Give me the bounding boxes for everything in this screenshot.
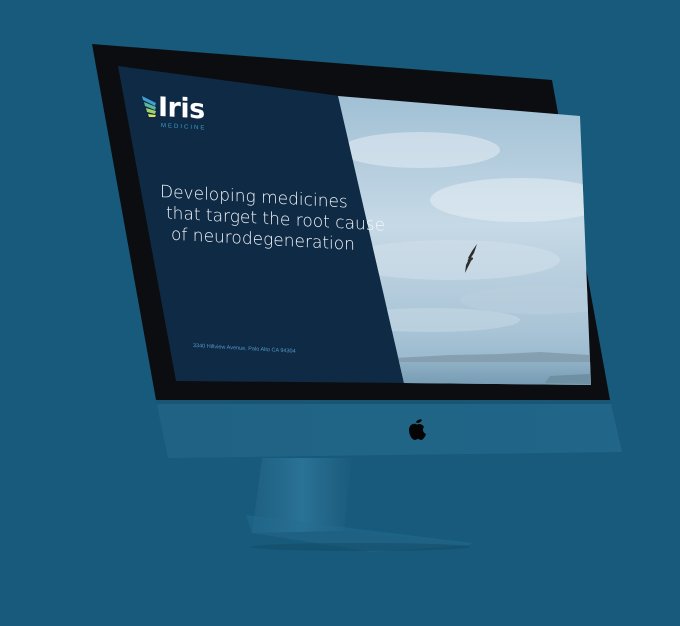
monitor-stand bbox=[246, 458, 472, 552]
imac-mockup bbox=[92, 44, 622, 552]
monitor-chin bbox=[156, 400, 622, 458]
